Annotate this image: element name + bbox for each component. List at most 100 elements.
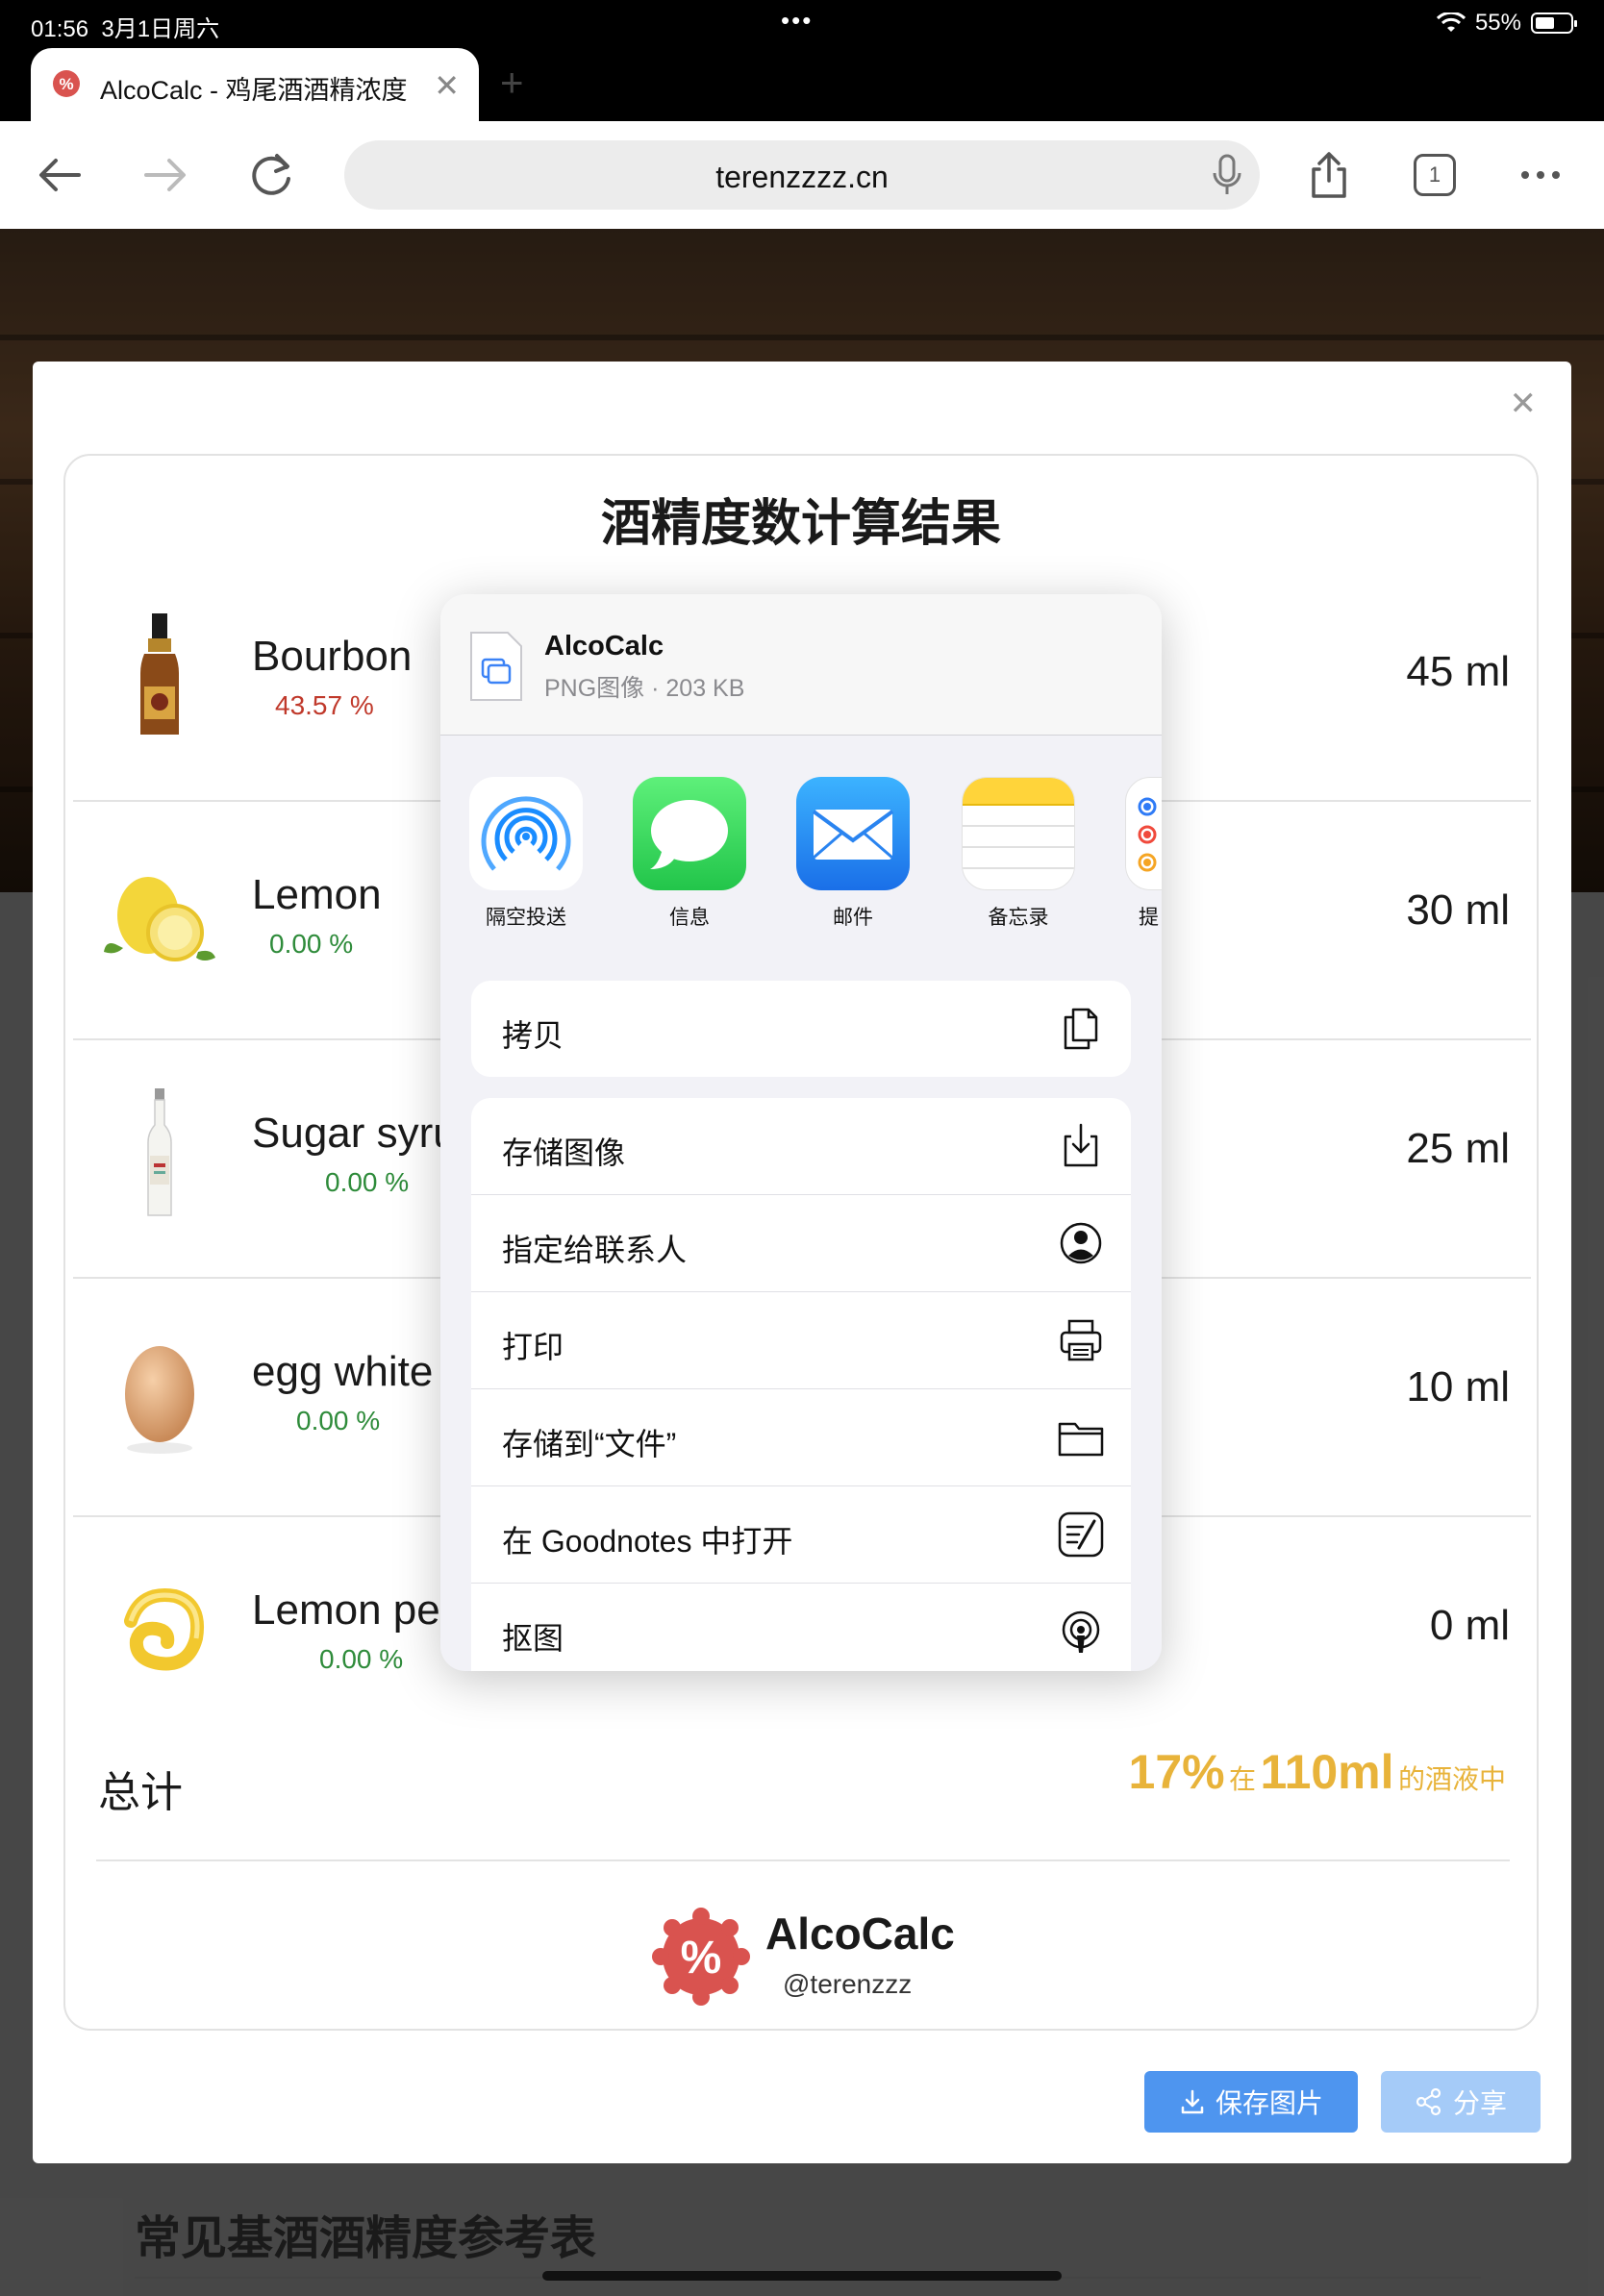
share-action-cutout[interactable]: 抠图: [471, 1584, 1131, 1671]
result-title: 酒精度数计算结果: [600, 496, 1001, 552]
app-label: 隔空投送: [486, 907, 566, 929]
goodnotes-icon: [1058, 1511, 1104, 1558]
app-label: 信息: [669, 907, 710, 929]
syrup-bottle-icon: [147, 1088, 172, 1216]
multitasking-dots[interactable]: •••: [781, 6, 813, 36]
ingredient-abv: 43.57 %: [275, 690, 374, 720]
share-app-messages[interactable]: 信息: [633, 777, 746, 931]
share-app-reminders[interactable]: 提: [1125, 777, 1162, 931]
svg-text:%: %: [59, 75, 73, 93]
share-app-mail[interactable]: 邮件: [796, 777, 910, 931]
ingredient-name: Lemon pee: [252, 1586, 464, 1634]
status-date: 3月1日周六: [101, 16, 220, 42]
action-label: 抠图: [502, 1621, 564, 1656]
share-label: 分享: [1452, 2088, 1507, 2118]
ingredient-volume: 25 ml: [1406, 1125, 1510, 1172]
total-label: 总计: [98, 1769, 183, 1816]
alcocalc-logo-icon: %: [652, 1908, 750, 2006]
battery-icon: [1531, 12, 1577, 34]
share-action-save-image[interactable]: 存储图像: [471, 1098, 1131, 1195]
download-icon: [1181, 2089, 1204, 2114]
ingredient-name: egg white: [252, 1348, 434, 1395]
wifi-icon: [1436, 12, 1466, 32]
contact-icon: [1060, 1222, 1102, 1264]
forward-arrow-icon[interactable]: [138, 148, 192, 202]
share-action-print[interactable]: 打印: [471, 1292, 1131, 1389]
status-time: 01:56 3月1日周六: [31, 10, 219, 43]
share-action-save-to-files[interactable]: 存储到“文件”: [471, 1389, 1131, 1486]
tab-count-button[interactable]: 1: [1408, 148, 1462, 202]
share-nodes-icon: [1416, 2087, 1441, 2116]
folder-icon: [1058, 1422, 1104, 1457]
share-file-info: PNG图像 · 203 KB: [544, 675, 745, 702]
notes-icon: [962, 777, 1075, 890]
tab-close-icon[interactable]: ✕: [434, 67, 460, 104]
modal-close-icon[interactable]: ✕: [1510, 385, 1538, 423]
save-image-button[interactable]: 保存图片: [1144, 2071, 1358, 2133]
total-suffix: 的酒液中: [1397, 1764, 1506, 1794]
print-icon: [1060, 1319, 1102, 1361]
total-summary: 17% 在 110ml 的酒液中: [1129, 1744, 1506, 1800]
card-divider: [96, 1859, 1510, 1861]
ingredient-abv: 0.00 %: [269, 929, 354, 959]
home-indicator[interactable]: [542, 2271, 1062, 2281]
more-options-icon[interactable]: [1514, 148, 1567, 202]
battery-percent: 55%: [1474, 10, 1521, 36]
share-icon[interactable]: [1302, 148, 1356, 202]
ingredient-abv: 0.00 %: [325, 1167, 410, 1197]
status-indicators: 55%: [1436, 10, 1577, 37]
action-label: 指定给联系人: [502, 1233, 688, 1267]
ingredient-volume: 45 ml: [1406, 648, 1510, 695]
new-tab-button[interactable]: +: [500, 60, 524, 106]
alcocalc-favicon-icon: %: [53, 70, 80, 97]
lemon-peel-icon: [124, 1588, 204, 1671]
status-clock: 01:56: [31, 16, 89, 42]
action-label: 在 Goodnotes 中打开: [502, 1524, 793, 1559]
total-percent: 17%: [1128, 1745, 1225, 1799]
action-label: 存储图像: [502, 1136, 626, 1170]
cutout-icon: [1062, 1610, 1100, 1653]
ingredient-name: Lemon: [252, 871, 382, 918]
total-volume: 110ml: [1260, 1745, 1394, 1799]
copy-icon: [1064, 1008, 1098, 1050]
share-action-group-main: 存储图像 指定给联系人 打印 存储到“文件” 在 Goodnotes 中打开 抠…: [471, 1098, 1131, 1671]
ingredient-volume: 10 ml: [1406, 1363, 1510, 1410]
action-label: 存储到“文件”: [502, 1427, 677, 1461]
egg-icon: [125, 1346, 194, 1454]
svg-text:%: %: [681, 1933, 722, 1984]
ingredient-abv: 0.00 %: [296, 1406, 381, 1435]
share-file-name: AlcoCalc: [544, 631, 664, 661]
reference-table-heading: 常见基酒酒精度参考表: [135, 2213, 597, 2264]
app-label: 提: [1139, 907, 1159, 929]
microphone-icon[interactable]: [1212, 154, 1242, 196]
share-action-copy[interactable]: 拷贝: [471, 981, 1131, 1077]
ingredient-abv: 0.00 %: [319, 1644, 404, 1674]
share-action-open-goodnotes[interactable]: 在 Goodnotes 中打开: [471, 1486, 1131, 1584]
share-button[interactable]: 分享: [1381, 2071, 1541, 2133]
image-file-icon: [470, 632, 522, 701]
status-bar: 01:56 3月1日周六 ••• 55%: [0, 0, 1604, 46]
brand-handle: @terenzzz: [783, 1969, 913, 1999]
back-arrow-icon[interactable]: [33, 148, 87, 202]
tab-count: 1: [1414, 154, 1456, 196]
share-app-notes[interactable]: 备忘录: [962, 777, 1075, 931]
messages-icon: [633, 777, 746, 890]
mail-icon: [796, 777, 910, 890]
app-label: 备忘录: [988, 907, 1049, 929]
share-action-assign-contact[interactable]: 指定给联系人: [471, 1195, 1131, 1292]
share-action-group-copy: 拷贝: [471, 981, 1131, 1077]
save-image-icon: [1064, 1123, 1098, 1167]
ingredient-name: Bourbon: [252, 633, 413, 680]
save-image-label: 保存图片: [1215, 2088, 1323, 2118]
browser-toolbar: terenzzzz.cn 1: [0, 121, 1604, 229]
reload-icon[interactable]: [244, 148, 298, 202]
address-bar[interactable]: terenzzzz.cn: [344, 140, 1260, 210]
action-label: 打印: [502, 1330, 564, 1364]
total-in: 在: [1229, 1764, 1257, 1794]
action-label: 拷贝: [502, 1018, 564, 1053]
browser-tab[interactable]: % AlcoCalc - 鸡尾酒酒精浓度 ✕: [31, 48, 479, 121]
ingredient-volume: 0 ml: [1429, 1602, 1510, 1649]
url-text: terenzzzz.cn: [715, 160, 889, 194]
ingredient-volume: 30 ml: [1406, 886, 1510, 934]
share-app-airdrop[interactable]: 隔空投送: [469, 777, 583, 931]
